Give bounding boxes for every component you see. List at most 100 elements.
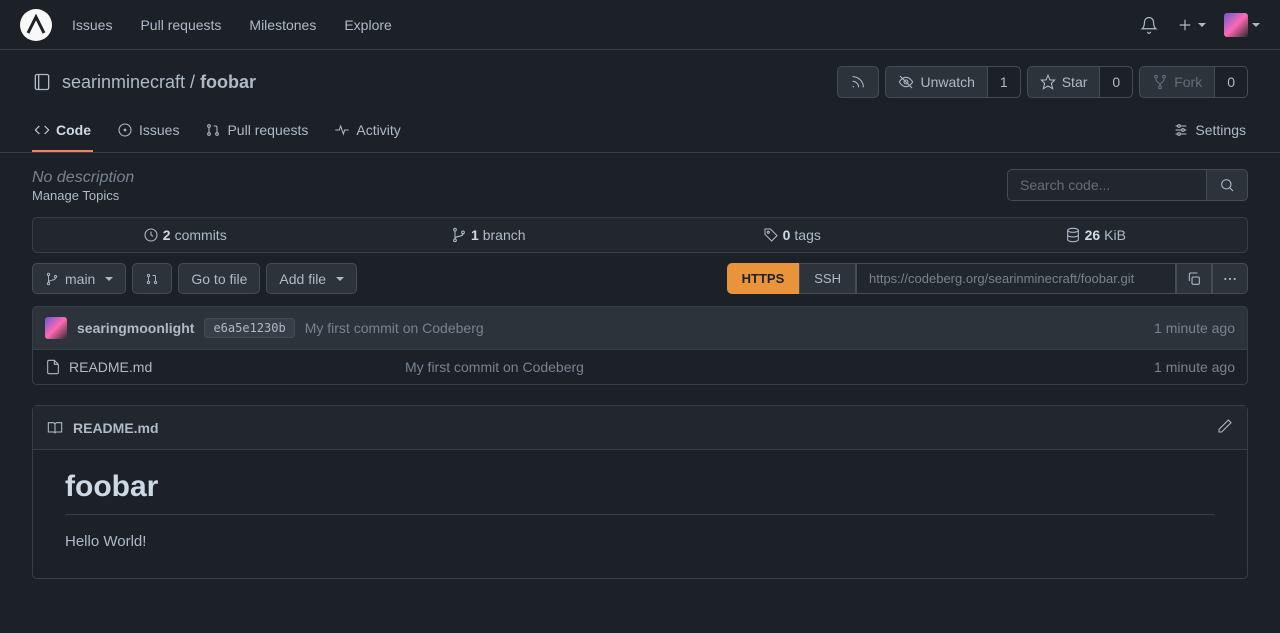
fork-button[interactable]: Fork (1139, 66, 1214, 98)
star-button[interactable]: Star (1027, 66, 1100, 98)
stat-commits[interactable]: 2 commits (33, 218, 337, 252)
commit-avatar[interactable] (45, 317, 67, 339)
edit-readme-button[interactable] (1217, 418, 1233, 437)
tab-issues-label: Issues (139, 122, 179, 138)
commit-time: 1 minute ago (1154, 320, 1235, 336)
tab-prs[interactable]: Pull requests (203, 110, 310, 152)
file-name[interactable]: README.md (69, 359, 152, 375)
stat-tags[interactable]: 0 tags (640, 218, 944, 252)
copy-button[interactable] (1176, 263, 1212, 294)
commit-message[interactable]: My first commit on Codeberg (305, 320, 484, 336)
file-commit-msg[interactable]: My first commit on Codeberg (405, 359, 1144, 375)
fork-group: Fork 0 (1139, 66, 1248, 98)
nav-links: Issues Pull requests Milestones Explore (72, 17, 1140, 33)
avatar (1224, 13, 1248, 37)
stats-bar: 2 commits 1 branch 0 tags 26 KiB (32, 217, 1248, 253)
nav-milestones[interactable]: Milestones (249, 17, 316, 33)
search-input[interactable] (1007, 169, 1207, 201)
fork-count[interactable]: 0 (1214, 66, 1248, 98)
tab-issues[interactable]: Issues (115, 110, 181, 152)
site-logo[interactable] (20, 9, 52, 41)
database-icon (1065, 227, 1081, 243)
rss-button[interactable] (837, 66, 879, 98)
nav-explore[interactable]: Explore (344, 17, 391, 33)
book-icon (47, 420, 63, 436)
file-time: 1 minute ago (1154, 359, 1235, 375)
readme-content: Hello World! (65, 533, 1215, 550)
clone-https-tab[interactable]: HTTPS (727, 263, 800, 294)
clone-url-input[interactable] (856, 263, 1176, 294)
tab-code[interactable]: Code (32, 110, 93, 152)
tags-label: tags (794, 227, 820, 243)
goto-file-button[interactable]: Go to file (178, 263, 260, 294)
code-search (1007, 169, 1248, 201)
tab-activity[interactable]: Activity (332, 110, 402, 152)
repo-name-link[interactable]: foobar (200, 72, 256, 92)
size-label: KiB (1104, 227, 1126, 243)
star-label: Star (1062, 74, 1088, 90)
readme-filename[interactable]: README.md (73, 420, 159, 436)
file-row: README.md My first commit on Codeberg 1 … (32, 350, 1248, 385)
search-icon (1219, 177, 1235, 193)
stat-branches[interactable]: 1 branch (337, 218, 641, 252)
tab-settings-label: Settings (1195, 122, 1246, 138)
add-file-label: Add file (279, 271, 326, 287)
tags-count: 0 (783, 227, 791, 243)
branches-count: 1 (471, 227, 479, 243)
bell-icon[interactable] (1140, 16, 1158, 34)
repo-sep: / (185, 72, 200, 92)
branches-label: branch (483, 227, 526, 243)
tab-prs-label: Pull requests (227, 122, 308, 138)
chevron-down-icon (105, 277, 113, 281)
manage-topics-link[interactable]: Manage Topics (32, 188, 119, 203)
unwatch-button[interactable]: Unwatch (885, 66, 986, 98)
repo-toolbar: main Go to file Add file HTTPS SSH (32, 263, 1248, 294)
compare-icon (145, 272, 159, 286)
branch-select[interactable]: main (32, 263, 126, 294)
readme-header: README.md (33, 406, 1247, 450)
clone-ssh-tab[interactable]: SSH (799, 263, 856, 294)
navbar: Issues Pull requests Milestones Explore (0, 0, 1280, 50)
clone-row: HTTPS SSH (727, 263, 1248, 294)
more-button[interactable] (1212, 263, 1248, 294)
readme-box: README.md foobar Hello World! (32, 405, 1248, 579)
commits-label: commits (175, 227, 227, 243)
more-icon (1222, 271, 1238, 287)
chevron-down-icon (336, 277, 344, 281)
history-icon (143, 227, 159, 243)
branch-icon (451, 227, 467, 243)
nav-pull-requests[interactable]: Pull requests (140, 17, 221, 33)
stat-size[interactable]: 26 KiB (944, 218, 1248, 252)
tag-icon (763, 227, 779, 243)
watch-group: Unwatch 1 (885, 66, 1020, 98)
commit-hash[interactable]: e6a5e1230b (204, 318, 294, 338)
create-menu[interactable] (1176, 16, 1206, 34)
add-file-button[interactable]: Add file (266, 263, 357, 294)
compare-button[interactable] (132, 263, 172, 294)
pencil-icon (1217, 418, 1233, 434)
star-count[interactable]: 0 (1099, 66, 1133, 98)
tab-code-label: Code (56, 122, 91, 138)
file-icon (45, 359, 61, 375)
watch-count[interactable]: 1 (987, 66, 1021, 98)
tab-settings[interactable]: Settings (1171, 110, 1248, 152)
branch-name: main (65, 271, 95, 287)
repo-owner-link[interactable]: searinminecraft (62, 72, 185, 92)
tab-activity-label: Activity (356, 122, 400, 138)
size-count: 26 (1085, 227, 1101, 243)
repo-header: searinminecraft / foobar Unwatch 1 Star … (0, 50, 1280, 98)
user-menu[interactable] (1224, 13, 1260, 37)
repo-icon (32, 72, 52, 92)
readme-body: foobar Hello World! (33, 450, 1247, 578)
chevron-down-icon (1198, 23, 1206, 27)
commit-author[interactable]: searingmoonlight (77, 320, 194, 336)
unwatch-label: Unwatch (920, 74, 974, 90)
search-button[interactable] (1207, 169, 1248, 201)
readme-title: foobar (65, 470, 1215, 515)
repo-title: searinminecraft / foobar (32, 72, 256, 93)
repo-description: No description (32, 169, 134, 187)
star-group: Star 0 (1027, 66, 1133, 98)
copy-icon (1186, 271, 1202, 287)
repo-actions: Unwatch 1 Star 0 Fork 0 (837, 66, 1248, 98)
nav-issues[interactable]: Issues (72, 17, 112, 33)
